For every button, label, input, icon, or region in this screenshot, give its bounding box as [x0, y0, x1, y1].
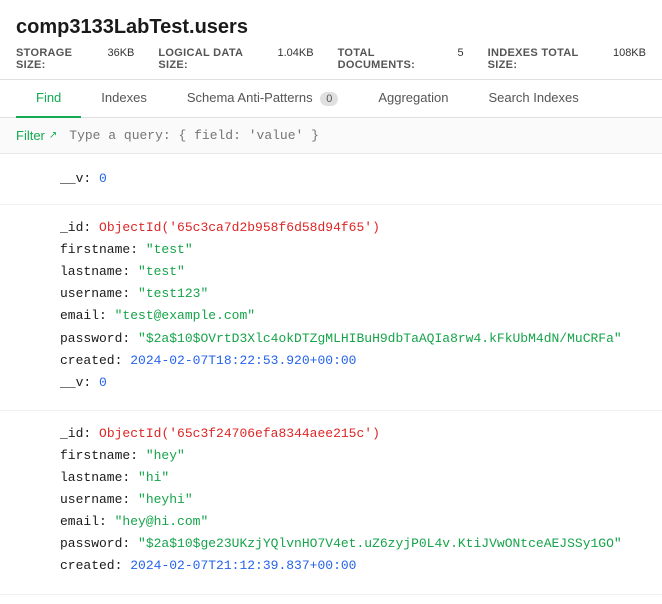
field-key: _id: — [60, 220, 91, 235]
field-line: firstname: "hey" — [60, 445, 642, 467]
field-line: username: "test123" — [60, 283, 642, 305]
field-key: password: — [60, 331, 130, 346]
field-line: __v: 0 — [60, 168, 642, 190]
field-key: firstname: — [60, 448, 138, 463]
field-value: 0 — [99, 375, 107, 390]
field-value: "$2a$10$ge23UKzjYQlvnHO7V4et.uZ6zyjP0L4v… — [138, 536, 622, 551]
field-key: username: — [60, 492, 130, 507]
filter-bar: Filter ↗ — [0, 118, 662, 154]
meta-item: STORAGE SIZE:36KB — [16, 47, 134, 71]
field-value: "test@example.com" — [115, 308, 255, 323]
field-line: __v: 0 — [60, 372, 642, 394]
filter-label: Filter — [16, 128, 45, 143]
meta-item: INDEXES TOTAL SIZE:108KB — [488, 47, 646, 71]
meta-value: 108KB — [613, 47, 646, 71]
field-value: 2024-02-07T21:12:39.837+00:00 — [130, 558, 356, 573]
field-line: password: "$2a$10$OVrtD3Xlc4okDTZgMLHIBu… — [60, 328, 642, 350]
field-value: "test" — [138, 264, 185, 279]
document-item: __v: 0 — [0, 154, 662, 205]
field-key: __v: — [60, 375, 91, 390]
meta-value: 1.04KB — [278, 47, 314, 71]
field-line: _id: ObjectId('65c3ca7d2b958f6d58d94f65'… — [60, 217, 642, 239]
meta-item: LOGICAL DATA SIZE:1.04KB — [158, 47, 313, 71]
tab-bar: FindIndexesSchema Anti-Patterns 0Aggrega… — [0, 80, 662, 118]
field-value: "hey@hi.com" — [115, 514, 209, 529]
tab-indexes[interactable]: Indexes — [81, 80, 167, 118]
tab-schema-anti-patterns[interactable]: Schema Anti-Patterns 0 — [167, 80, 358, 118]
field-key: created: — [60, 558, 122, 573]
meta-item: TOTAL DOCUMENTS:5 — [338, 47, 464, 71]
field-key: lastname: — [60, 264, 130, 279]
field-value: "$2a$10$OVrtD3Xlc4okDTZgMLHIBuH9dbTaAQIa… — [138, 331, 622, 346]
field-line: created: 2024-02-07T21:12:39.837+00:00 — [60, 555, 642, 577]
field-key: username: — [60, 286, 130, 301]
badge: 0 — [320, 92, 338, 106]
external-link-icon: ↗ — [49, 130, 57, 141]
field-line: _id: ObjectId('65c3f24706efa8344aee215c'… — [60, 423, 642, 445]
meta-label: STORAGE SIZE: — [16, 47, 103, 71]
field-value: "hi" — [138, 470, 169, 485]
field-line: lastname: "hi" — [60, 467, 642, 489]
meta-row: STORAGE SIZE:36KB LOGICAL DATA SIZE:1.04K… — [16, 47, 646, 71]
field-line: created: 2024-02-07T18:22:53.920+00:00 — [60, 350, 642, 372]
field-line: password: "$2a$10$ge23UKzjYQlvnHO7V4et.u… — [60, 533, 642, 555]
field-line: firstname: "test" — [60, 239, 642, 261]
filter-button[interactable]: Filter ↗ — [16, 128, 57, 143]
field-value: ObjectId('65c3f24706efa8344aee215c') — [99, 426, 380, 441]
tab-search-indexes[interactable]: Search Indexes — [468, 80, 598, 118]
field-key: password: — [60, 536, 130, 551]
page-header: comp3133LabTest.users STORAGE SIZE:36KB L… — [0, 0, 662, 80]
document-item: _id: ObjectId('65c3f24706efa8344aee215c'… — [0, 411, 662, 595]
field-value: 2024-02-07T18:22:53.920+00:00 — [130, 353, 356, 368]
field-key: __v: — [60, 171, 91, 186]
field-value: "heyhi" — [138, 492, 193, 507]
field-line: email: "test@example.com" — [60, 305, 642, 327]
filter-input[interactable] — [69, 128, 646, 143]
field-value: 0 — [99, 171, 107, 186]
field-value: "test" — [146, 242, 193, 257]
field-key: firstname: — [60, 242, 138, 257]
document-item: _id: ObjectId('65c3ca7d2b958f6d58d94f65'… — [0, 205, 662, 411]
tab-find[interactable]: Find — [16, 80, 81, 118]
results-container: __v: 0 _id: ObjectId('65c3ca7d2b958f6d58d… — [0, 154, 662, 595]
meta-value: 5 — [458, 47, 464, 71]
meta-value: 36KB — [107, 47, 134, 71]
meta-label: TOTAL DOCUMENTS: — [338, 47, 454, 71]
field-value: "hey" — [146, 448, 185, 463]
field-key: email: — [60, 308, 107, 323]
page-title: comp3133LabTest.users — [16, 16, 646, 39]
field-value: "test123" — [138, 286, 208, 301]
field-key: _id: — [60, 426, 91, 441]
tab-aggregation[interactable]: Aggregation — [358, 80, 468, 118]
field-key: created: — [60, 353, 122, 368]
meta-label: LOGICAL DATA SIZE: — [158, 47, 273, 71]
field-line: lastname: "test" — [60, 261, 642, 283]
field-line: username: "heyhi" — [60, 489, 642, 511]
meta-label: INDEXES TOTAL SIZE: — [488, 47, 609, 71]
field-value: ObjectId('65c3ca7d2b958f6d58d94f65') — [99, 220, 380, 235]
field-line: email: "hey@hi.com" — [60, 511, 642, 533]
field-key: email: — [60, 514, 107, 529]
field-key: lastname: — [60, 470, 130, 485]
